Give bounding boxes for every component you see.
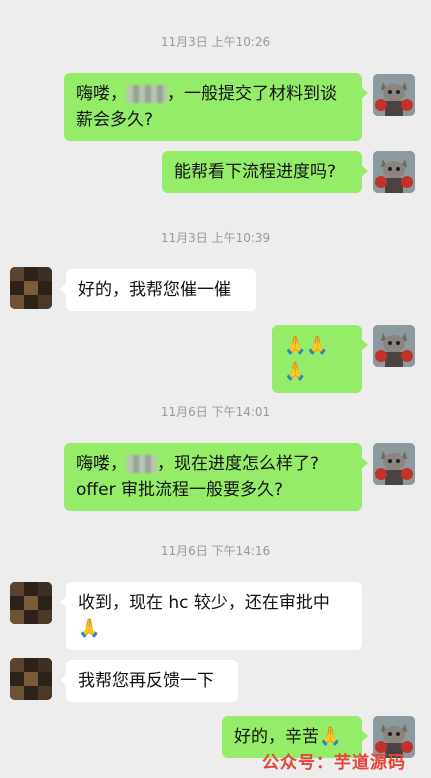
timestamp: 11月6日 下午14:01 <box>160 405 271 419</box>
message-text: 嗨喽， <box>76 84 127 104</box>
timestamp: 11月3日 上午10:39 <box>160 231 271 245</box>
message-bubble-received[interactable]: 收到，现在 hc 较少，还在审批中 🙏 <box>60 582 362 650</box>
message-bubble-received[interactable]: 好的，我帮您催一催 <box>60 269 256 311</box>
pray-emoji-icon: 🙏 <box>319 726 342 747</box>
message-bubble-sent[interactable]: 能帮看下流程进度吗? <box>162 151 368 193</box>
message-text: 收到，现在 hc 较少，还在审批中 <box>78 593 330 613</box>
redacted-name <box>127 85 167 103</box>
timestamp: 11月6日 下午14:16 <box>160 544 271 558</box>
message-text: 我帮您再反馈一下 <box>78 671 214 691</box>
avatar[interactable] <box>373 443 415 485</box>
avatar[interactable] <box>373 74 415 116</box>
timestamp: 11月3日 上午10:26 <box>160 35 271 49</box>
message-text: 薪会多久? <box>76 110 154 130</box>
avatar[interactable] <box>10 267 52 309</box>
pray-emoji-icon: 🙏 <box>78 618 101 639</box>
cat-boxer-avatar-icon <box>373 325 415 367</box>
pray-emoji-icon: 🙏🙏🙏 <box>284 335 329 382</box>
message-text: 好的，我帮您催一催 <box>78 280 231 300</box>
pixelated-avatar-icon <box>10 582 52 624</box>
message-text: offer 审批流程一般要多久? <box>76 480 283 500</box>
avatar[interactable] <box>10 582 52 624</box>
message-bubble-sent[interactable]: 嗨喽， ，一般提交了材料到谈 薪会多久? <box>64 73 368 141</box>
message-text: 能帮看下流程进度吗? <box>174 162 337 182</box>
message-text: ，现在进度怎么样了? <box>157 454 320 474</box>
cat-boxer-avatar-icon <box>373 443 415 485</box>
avatar[interactable] <box>10 658 52 700</box>
cat-boxer-avatar-icon <box>373 151 415 193</box>
watermark: 公众号：芋道源码 <box>262 753 406 773</box>
message-bubble-sent[interactable]: 🙏🙏🙏 <box>272 325 368 393</box>
avatar[interactable] <box>373 325 415 367</box>
message-text: 嗨喽， <box>76 454 127 474</box>
message-bubble-sent[interactable]: 嗨喽， ，现在进度怎么样了? offer 审批流程一般要多久? <box>64 443 368 511</box>
pixelated-avatar-icon <box>10 267 52 309</box>
cat-boxer-avatar-icon <box>373 74 415 116</box>
redacted-name <box>127 455 157 473</box>
message-bubble-received[interactable]: 我帮您再反馈一下 <box>60 660 238 702</box>
message-text: ，一般提交了材料到谈 <box>167 84 337 104</box>
avatar[interactable] <box>373 151 415 193</box>
message-text: 好的，辛苦 <box>234 727 319 747</box>
pixelated-avatar-icon <box>10 658 52 700</box>
